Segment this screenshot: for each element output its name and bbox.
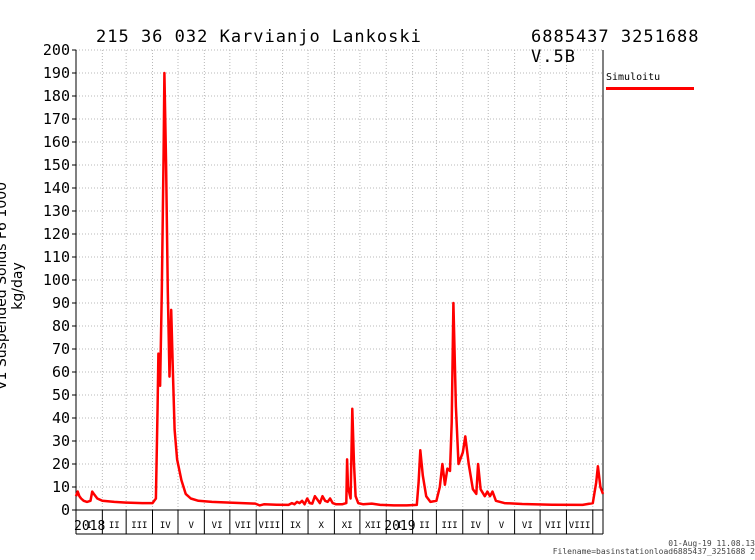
axes [72, 49, 604, 535]
y-tick-label: 80 [52, 317, 70, 335]
x-tick-labels: I II III IV V VI VII VIII IX X XI XII I II III IV V VI VII… [74, 519, 590, 534]
y-tick-label: 30 [52, 432, 70, 450]
y-tick-label: 130 [43, 202, 70, 220]
month-label: VII [235, 521, 251, 531]
month-label: III [131, 521, 147, 531]
y-tick-label: 20 [52, 455, 70, 473]
chart-title-coordinates: 6885437 3251688 V.5B [531, 27, 700, 67]
legend-swatch-simuloitu [606, 87, 694, 90]
month-label: IX [290, 521, 301, 531]
month-label: II [419, 521, 430, 531]
month-label: V [188, 521, 194, 531]
legend: Simuloitu [606, 72, 694, 90]
month-label: VIII [259, 521, 281, 531]
year-label: 2018 [74, 519, 105, 534]
month-label: X [319, 521, 325, 531]
month-label: XI [342, 521, 353, 531]
month-label: III [441, 521, 457, 531]
y-tick-label: 90 [52, 294, 70, 312]
footer-info: 01-Aug-19 11.08.13 Filename=basinstation… [530, 540, 755, 556]
y-tick-label: 170 [43, 110, 70, 128]
month-label: VII [545, 521, 561, 531]
y-tick-label: 40 [52, 409, 70, 427]
month-label: II [109, 521, 120, 531]
grid-lines [76, 49, 603, 511]
y-tick-label: 150 [43, 156, 70, 174]
y-tick-label: 190 [43, 64, 70, 82]
y-tick-labels: 0 10 20 30 40 50 60 70 80 90 100 110 120 130 140 150 160… [43, 41, 70, 519]
y-tick-label: 50 [52, 386, 70, 404]
y-tick-label: 100 [43, 271, 70, 289]
footer-filename: Filename=basinstationload6885437_3251688… [552, 547, 755, 556]
y-tick-label: 10 [52, 478, 70, 496]
month-label: IV [160, 521, 171, 531]
y-tick-label: 60 [52, 363, 70, 381]
y-tick-label: 160 [43, 133, 70, 151]
month-label: V [499, 521, 505, 531]
y-tick-label: 0 [61, 501, 70, 519]
month-label: VIII [569, 521, 591, 531]
y-tick-label: 200 [43, 41, 70, 59]
year-label: 2019 [384, 519, 415, 534]
y-tick-label: 120 [43, 225, 70, 243]
chart-title-station: 215 36 032 Karvianjo Lankoski [96, 27, 422, 47]
y-tick-label: 140 [43, 179, 70, 197]
month-label: VI [522, 521, 533, 531]
month-label: XII [365, 521, 381, 531]
month-label: VI [212, 521, 223, 531]
legend-label-simuloitu: Simuloitu [606, 72, 661, 83]
y-tick-label: 110 [43, 248, 70, 266]
y-tick-label: 70 [52, 340, 70, 358]
month-label: IV [470, 521, 481, 531]
y-tick-label: 180 [43, 87, 70, 105]
y-axis-label: V1 Suspended Solids F6 1000 kg/day [0, 181, 26, 391]
